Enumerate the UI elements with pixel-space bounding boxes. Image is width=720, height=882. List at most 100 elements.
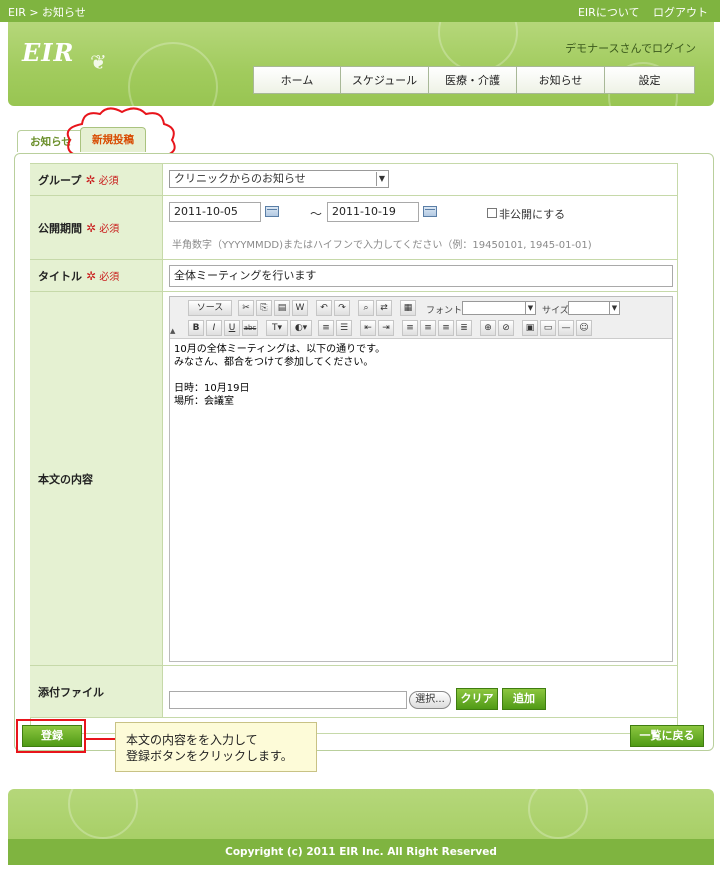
chevron-down-icon: ▼ xyxy=(525,302,535,314)
add-button[interactable]: 追加 xyxy=(502,688,546,710)
rich-text-editor: ▲ ソース ✂ ⎘ ▤ W ↶ ↷ ⌕ ⇄ ▦ フォント ▼ サイズ ▼ B I… xyxy=(169,296,673,662)
paste-icon[interactable]: ▤ xyxy=(274,300,290,316)
paste-word-icon[interactable]: W xyxy=(292,300,308,316)
required-text: 必須 xyxy=(99,224,120,235)
source-button[interactable]: ソース xyxy=(188,300,232,316)
about-link[interactable]: EIRについて xyxy=(578,6,640,19)
site-header: EIR ❦ デモナースさんでログイン ホーム スケジュール 医療・介護 お知らせ… xyxy=(8,22,714,106)
group-select[interactable]: クリニックからのお知らせ ▼ xyxy=(169,170,389,188)
bg-color-icon[interactable]: ◐▾ xyxy=(290,320,312,336)
italic-icon[interactable]: I xyxy=(206,320,222,336)
required-mark: ✲ 必須 xyxy=(86,269,120,283)
align-center-icon[interactable]: ≡ xyxy=(420,320,436,336)
tab-new-post[interactable]: 新規投稿 xyxy=(80,127,146,152)
date-range-separator: 〜 xyxy=(310,207,323,221)
redo-icon[interactable]: ↷ xyxy=(334,300,350,316)
attachment-label-text: 添付ファイル xyxy=(38,685,104,699)
bold-icon[interactable]: B xyxy=(188,320,204,336)
start-date-input[interactable]: 2011-10-05 xyxy=(169,202,261,222)
title-label-text: タイトル xyxy=(38,269,82,283)
link-icon[interactable]: ⊕ xyxy=(480,320,496,336)
date-format-hint: 半角数字（YYYYMMDD)またはハイフンで入力してください（例：1945010… xyxy=(172,240,592,251)
attachment-label: 添付ファイル xyxy=(30,666,162,718)
logout-link[interactable]: ログアウト xyxy=(653,6,708,19)
chevron-down-icon: ▼ xyxy=(376,172,387,186)
strikethrough-icon[interactable]: abc xyxy=(242,320,258,336)
replace-icon[interactable]: ⇄ xyxy=(376,300,392,316)
title-label: タイトル ✲ 必須 xyxy=(30,260,162,292)
copyright: Copyright (c) 2011 EIR Inc. All Right Re… xyxy=(8,839,714,865)
editor-content[interactable]: 10月の全体ミーティングは、以下の通りです。 みなさん、都合をつけて参加してくだ… xyxy=(174,343,385,408)
toolbar-collapse-icon[interactable]: ▲ xyxy=(170,327,175,335)
back-to-list-button[interactable]: 一覧に戻る xyxy=(630,725,704,747)
image-icon[interactable]: ▣ xyxy=(522,320,538,336)
content-line: 10月の全体ミーティングは、以下の通りです。 xyxy=(174,344,386,355)
decorative-swirl xyxy=(68,789,138,839)
nav-schedule[interactable]: スケジュール xyxy=(341,66,429,94)
top-links: EIRについて ログアウト xyxy=(568,4,708,20)
top-bar: EIR > お知らせ EIRについて ログアウト xyxy=(0,0,720,22)
required-mark: ✲ 必須 xyxy=(86,221,120,235)
private-checkbox[interactable] xyxy=(487,208,497,218)
leaf-icon: ❦ xyxy=(90,50,107,74)
callout-connector xyxy=(86,738,116,740)
chevron-down-icon: ▼ xyxy=(609,302,619,314)
required-mark: ✲ 必須 xyxy=(85,173,119,187)
period-label: 公開期間 ✲ 必須 xyxy=(30,196,162,260)
text-color-icon[interactable]: T▾ xyxy=(266,320,288,336)
logo[interactable]: EIR xyxy=(22,38,74,67)
find-icon[interactable]: ⌕ xyxy=(358,300,374,316)
content-line xyxy=(174,369,385,382)
end-date-input[interactable]: 2011-10-19 xyxy=(327,202,419,222)
window-icon[interactable]: ▭ xyxy=(540,320,556,336)
table-icon[interactable]: ▦ xyxy=(400,300,416,316)
decorative-swirl xyxy=(128,42,218,106)
numbered-list-icon[interactable]: ≡ xyxy=(318,320,334,336)
indent-icon[interactable]: ⇥ xyxy=(378,320,394,336)
content-line: みなさん、都合をつけて参加してください。 xyxy=(174,357,374,368)
content-line: 日時：10月19日 xyxy=(174,383,250,394)
tab-notices[interactable]: お知らせ xyxy=(17,130,85,152)
undo-icon[interactable]: ↶ xyxy=(316,300,332,316)
bulleted-list-icon[interactable]: ☰ xyxy=(336,320,352,336)
browse-button[interactable]: 選択... xyxy=(409,691,451,709)
decorative-swirl xyxy=(528,789,588,839)
file-path-input[interactable] xyxy=(169,691,407,709)
login-user-message: デモナースさんでログイン xyxy=(565,42,696,55)
nav-home[interactable]: ホーム xyxy=(253,66,341,94)
title-input[interactable]: 全体ミーティングを行います xyxy=(169,265,673,287)
register-highlight xyxy=(16,719,86,753)
outdent-icon[interactable]: ⇤ xyxy=(360,320,376,336)
nav-notices[interactable]: お知らせ xyxy=(517,66,605,94)
breadcrumb: EIR > お知らせ xyxy=(8,6,86,19)
font-select[interactable]: ▼ xyxy=(462,301,536,315)
decorative-swirl xyxy=(438,22,518,72)
group-label: グループ ✲ 必須 xyxy=(30,164,162,196)
calendar-icon[interactable] xyxy=(423,206,437,217)
private-label: 非公開にする xyxy=(499,208,566,221)
required-text: 必須 xyxy=(99,272,120,283)
group-label-text: グループ xyxy=(38,173,82,187)
size-label: サイズ xyxy=(542,306,569,316)
align-right-icon[interactable]: ≡ xyxy=(438,320,454,336)
copy-icon[interactable]: ⎘ xyxy=(256,300,272,316)
justify-icon[interactable]: ≣ xyxy=(456,320,472,336)
callout-line: 本文の内容をを入力して xyxy=(126,733,258,747)
size-select[interactable]: ▼ xyxy=(568,301,620,315)
editor-toolbar: ▲ ソース ✂ ⎘ ▤ W ↶ ↷ ⌕ ⇄ ▦ フォント ▼ サイズ ▼ B I… xyxy=(170,297,672,339)
nav-settings[interactable]: 設定 xyxy=(605,66,695,94)
period-label-text: 公開期間 xyxy=(38,221,82,235)
site-footer: Copyright (c) 2011 EIR Inc. All Right Re… xyxy=(8,789,714,865)
body-label-text: 本文の内容 xyxy=(38,472,93,486)
cut-icon[interactable]: ✂ xyxy=(238,300,254,316)
horizontal-rule-icon[interactable]: — xyxy=(558,320,574,336)
nav-medical-care[interactable]: 医療・介護 xyxy=(429,66,517,94)
underline-icon[interactable]: U xyxy=(224,320,240,336)
clear-button[interactable]: クリア xyxy=(456,688,498,710)
smiley-icon[interactable]: ☺ xyxy=(576,320,592,336)
font-label: フォント xyxy=(426,306,463,316)
calendar-icon[interactable] xyxy=(265,206,279,217)
align-left-icon[interactable]: ≡ xyxy=(402,320,418,336)
content-line: 場所：会議室 xyxy=(174,396,234,407)
unlink-icon[interactable]: ⊘ xyxy=(498,320,514,336)
